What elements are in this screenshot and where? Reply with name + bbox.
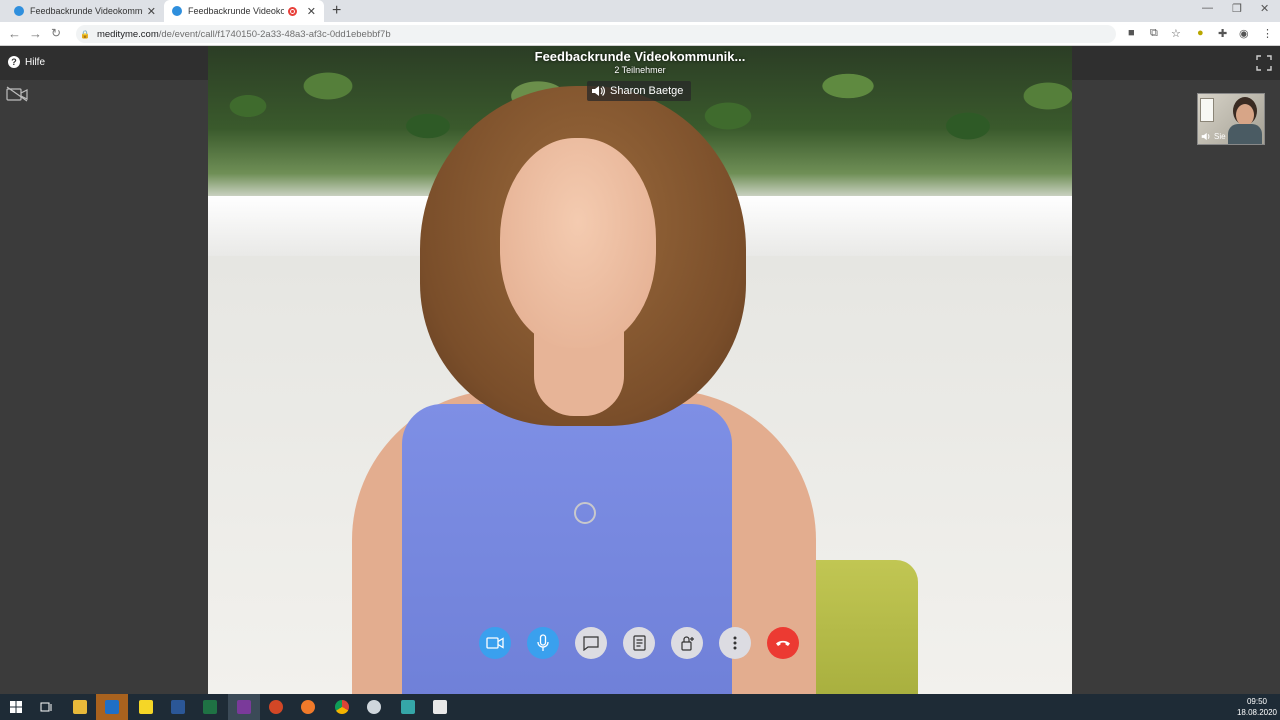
url-path: /de/event/call/f1740150-2a33-48a3-af3c-0… — [158, 28, 391, 40]
word-icon — [171, 700, 185, 714]
taskbar-outlook[interactable] — [96, 694, 128, 720]
calculator-icon — [433, 700, 447, 714]
profile-avatar-icon[interactable]: ◉ — [1239, 27, 1249, 40]
person-face — [500, 138, 656, 348]
windows-logo-icon — [10, 701, 22, 713]
close-tab-icon[interactable]: ✕ — [147, 5, 156, 18]
browser-tab-strip: Feedbackrunde Videokommunik ✕ Feedbackru… — [0, 0, 1280, 22]
microphone-icon — [537, 634, 549, 651]
more-options-button[interactable] — [719, 627, 751, 659]
notes-button[interactable] — [623, 627, 655, 659]
lock-plus-icon — [681, 636, 694, 651]
speaker-volume-icon — [592, 86, 605, 96]
sticky-notes-icon — [139, 700, 153, 714]
chat-favicon-icon — [172, 6, 182, 16]
chrome-icon — [335, 700, 349, 714]
phone-hangup-icon — [776, 640, 790, 646]
self-label-text: Sie — [1214, 132, 1226, 141]
active-speaker-tag: Sharon Baetge — [587, 81, 692, 101]
bookmark-star-icon[interactable]: ☆ — [1171, 27, 1181, 40]
lock-icon: 🔒 — [80, 29, 90, 39]
camera-toggle-button[interactable] — [479, 627, 511, 659]
browser-menu-icon[interactable]: ⋮ — [1262, 27, 1273, 40]
chat-bubble-icon — [583, 635, 599, 651]
taskbar-word[interactable] — [162, 694, 194, 720]
participant-count: 2 Teilnehmer — [614, 65, 666, 75]
taskbar-powerpoint[interactable] — [260, 694, 292, 720]
call-title: Feedbackrunde Videokommunik... — [534, 49, 746, 64]
lock-button[interactable] — [671, 627, 703, 659]
self-head — [1236, 104, 1254, 126]
clock-date: 18.08.2020 — [1236, 708, 1278, 717]
puzzle-extensions-icon[interactable]: ✚ — [1218, 27, 1227, 40]
taskbar-onenote[interactable] — [228, 694, 260, 720]
cloud-app-icon — [367, 700, 381, 714]
task-view-icon — [40, 702, 52, 712]
translate-icon[interactable]: ⧉ — [1150, 27, 1158, 40]
document-icon — [632, 635, 646, 651]
browser-tab-2[interactable]: Feedbackrunde Videokomm ✕ — [164, 0, 324, 22]
new-tab-button[interactable]: + — [332, 2, 341, 20]
back-arrow-icon[interactable]: ← — [8, 26, 21, 41]
minimize-window-icon[interactable]: — — [1202, 2, 1213, 14]
taskbar-app-teal[interactable] — [392, 694, 424, 720]
restore-window-icon[interactable]: ❐ — [1232, 2, 1242, 15]
taskbar-app-cloud[interactable] — [358, 694, 390, 720]
outlook-icon — [105, 700, 119, 714]
chat-button[interactable] — [575, 627, 607, 659]
close-tab-icon[interactable]: ✕ — [307, 5, 316, 18]
taskbar-firefox[interactable] — [292, 694, 324, 720]
clock-time: 09:50 — [1246, 697, 1268, 706]
speaker-volume-icon — [1201, 132, 1210, 141]
folder-icon — [73, 700, 87, 714]
tab-title: Feedbackrunde Videokommunik — [30, 6, 143, 16]
browser-toolbar: ← → ↻ 🔒 medityme.com/de/event/call/f1740… — [0, 22, 1280, 46]
extension-icon[interactable]: ● — [1197, 27, 1204, 39]
self-background-window — [1200, 98, 1214, 122]
onenote-icon — [237, 700, 251, 714]
browser-tab-1[interactable]: Feedbackrunde Videokommunik ✕ — [6, 0, 164, 22]
excel-icon — [203, 700, 217, 714]
remote-video — [208, 46, 1072, 694]
powerpoint-icon — [269, 700, 283, 714]
self-video-preview[interactable]: Sie — [1197, 93, 1265, 145]
taskbar-sticky-notes[interactable] — [130, 694, 162, 720]
help-label: Hilfe — [25, 56, 46, 68]
help-button[interactable]: ? Hilfe — [8, 56, 45, 68]
forward-arrow-icon[interactable]: → — [29, 26, 42, 41]
microphone-toggle-button[interactable] — [527, 627, 559, 659]
firefox-icon — [301, 700, 315, 714]
address-bar[interactable]: 🔒 medityme.com/de/event/call/f1740150-2a… — [76, 25, 1116, 43]
taskbar-excel[interactable] — [194, 694, 226, 720]
close-window-icon[interactable]: ✕ — [1260, 2, 1269, 15]
video-call-app: ? Hilfe Feedbackrunde Videokommunik... 2… — [0, 46, 1280, 694]
taskbar-clock[interactable]: 09:50 18.08.2020 — [1236, 696, 1278, 718]
teal-app-icon — [401, 700, 415, 714]
question-icon: ? — [8, 56, 20, 68]
camera-off-icon[interactable] — [6, 86, 28, 102]
self-label: Sie — [1201, 132, 1226, 141]
start-button[interactable] — [0, 694, 32, 720]
call-controls — [479, 627, 799, 659]
video-camera-icon — [486, 637, 504, 649]
fullscreen-icon[interactable] — [1256, 55, 1272, 71]
hang-up-button[interactable] — [767, 627, 799, 659]
task-view-button[interactable] — [30, 694, 62, 720]
person-necklace — [574, 502, 596, 524]
camera-in-use-icon[interactable]: ■ — [1128, 27, 1135, 39]
taskbar-chrome[interactable] — [326, 694, 358, 720]
recording-indicator-icon — [288, 6, 297, 16]
url-host: medityme.com — [96, 28, 159, 40]
windows-taskbar: 09:50 18.08.2020 — [0, 694, 1280, 720]
tab-title: Feedbackrunde Videokomm — [188, 6, 285, 16]
active-speaker-name: Sharon Baetge — [610, 85, 684, 97]
self-torso — [1228, 124, 1262, 144]
reload-icon[interactable]: ↻ — [51, 26, 61, 40]
taskbar-calculator[interactable] — [424, 694, 456, 720]
taskbar-file-explorer[interactable] — [64, 694, 96, 720]
more-vertical-icon — [733, 636, 737, 650]
chat-favicon-icon — [14, 6, 24, 16]
